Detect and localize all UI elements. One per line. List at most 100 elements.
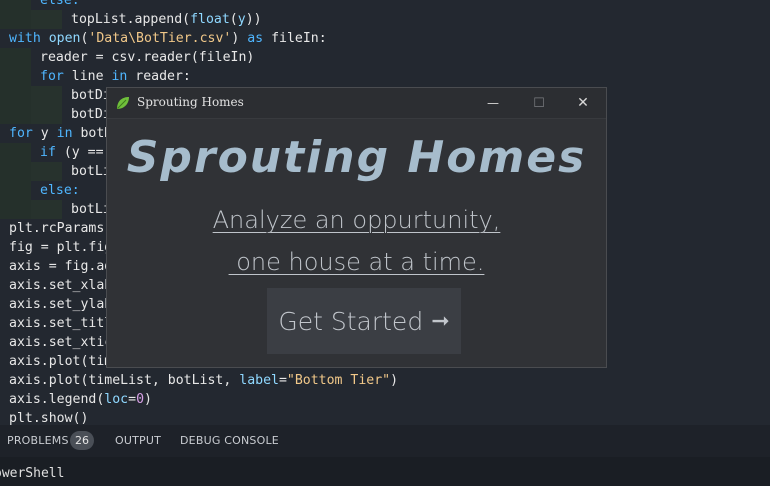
code-token: plt.rcParams[ [9,221,113,236]
code-text: for y in botD [9,124,112,143]
code-token: fig = plt.fig [9,240,113,255]
indent-guide [0,48,31,67]
code-token: 'Data\BotTier.csv' [88,31,232,46]
indent-guide [0,86,31,105]
code-token: for [40,69,64,84]
code-text: botLi [71,200,111,219]
code-token: plt.show() [9,411,89,425]
code-token: open [48,31,81,46]
minimize-icon: — [487,96,499,110]
code-token: (y == [55,145,104,160]
minimize-button[interactable]: — [470,88,516,118]
code-token: loc [104,392,129,407]
code-token: reader: [127,69,191,84]
code-line: with open('Data\BotTier.csv') as fileIn: [0,29,770,48]
hero-title: Sprouting Homes [126,132,587,183]
code-token: y [32,126,57,141]
code-line: reader = csv.reader(fileIn) [0,48,770,67]
code-token: in [56,126,73,141]
panel-tab-bar: PROBLEMS 26 OUTPUT DEBUG CONSOLE [0,425,770,457]
code-token: axis.plot(tim [9,354,113,369]
code-token: reader = csv.reader(fileIn) [40,50,255,65]
code-text: axis = fig.ad [9,257,112,276]
code-text: for line in reader: [40,67,191,86]
indent-guide [31,86,62,105]
window-title: Sprouting Homes [137,95,244,109]
code-text: axis.legend(loc=0) [9,390,152,409]
code-text: with open('Data\BotTier.csv') as fileIn: [9,29,327,48]
code-token: 0 [136,392,145,407]
code-token: fileIn: [263,31,327,46]
terminal-shell-label: owerShell [0,466,65,481]
indent-guide [31,162,62,181]
code-text: axis.plot(tim [9,352,112,371]
code-text: fig = plt.fig [9,238,112,257]
code-token: float [190,12,230,27]
code-token: line [63,69,112,84]
code-token: label [239,373,279,388]
code-line: axis.plot(timeList, botList, label="Bott… [0,371,770,390]
code-text: axis.set_xlab [9,276,112,295]
code-token: )) [245,12,262,27]
tagline-line-1: Analyze an oppurtunity, [212,206,501,234]
code-token: axis.plot(timeList, botList, [9,373,240,388]
code-text: reader = csv.reader(fileIn) [40,48,254,67]
code-text: axis.plot(timeList, botList, label="Bott… [9,371,398,390]
tab-problems[interactable]: PROBLEMS [7,434,69,447]
code-token: ) [231,31,248,46]
code-token: botLi [71,164,111,179]
code-token: if [40,145,56,160]
indent-guide [0,0,31,10]
code-token: else: [40,183,80,198]
code-token: axis.set_titl [9,316,113,331]
code-line: plt.show() [0,409,770,425]
indent-guide [0,162,31,181]
maximize-icon: ☐ [533,95,545,111]
get-started-label: Get Started [278,306,424,336]
window-titlebar[interactable]: Sprouting Homes — ☐ ✕ [107,88,606,119]
code-token: with [9,31,49,46]
code-token: for [9,126,33,141]
get-started-button[interactable]: Get Started ➞ [267,288,461,354]
indent-guide [0,181,31,200]
indent-guide [0,143,31,162]
code-token: axis.set_ylab [9,297,113,312]
close-icon: ✕ [577,95,589,111]
tab-output[interactable]: OUTPUT [115,434,161,447]
indent-guide [0,200,31,219]
code-text: axis.set_titl [9,314,112,333]
arrow-right-icon: ➞ [431,308,450,334]
code-text: axis.set_xtic [9,333,112,352]
sprouting-homes-window: Sprouting Homes — ☐ ✕ Sprouting Homes An… [106,87,607,368]
code-text: else: [40,181,80,200]
code-token: y [237,12,246,27]
code-token: "Bottom Tier" [286,373,391,388]
code-token: ) [390,373,399,388]
code-text: botLi [71,162,111,181]
indent-guide [0,105,31,124]
code-text: else: [40,0,80,10]
code-text: plt.rcParams[ [9,219,112,238]
tab-debug-console[interactable]: DEBUG CONSOLE [180,434,279,447]
code-token: else: [40,0,80,8]
code-token: ( [229,12,238,27]
close-button[interactable]: ✕ [560,88,606,118]
code-text: botDi [71,105,111,124]
code-token: topList.append( [71,12,191,27]
indent-guide [31,200,62,219]
code-token: axis.set_xtic [9,335,113,350]
terminal-area[interactable]: owerShell [0,457,770,486]
code-token: = [128,392,137,407]
maximize-button[interactable]: ☐ [516,88,562,118]
problems-count-badge: 26 [70,431,94,450]
indent-guide [31,105,62,124]
code-line: for line in reader: [0,67,770,86]
code-text: topList.append(float(y)) [71,10,262,29]
code-token: botDi [71,107,111,122]
code-token: axis.set_xlab [9,278,113,293]
indent-guide [31,10,62,29]
code-text: if (y == [40,143,104,162]
code-token: axis = fig.ad [9,259,113,274]
indent-guide [0,10,31,29]
code-token: botLi [71,202,111,217]
